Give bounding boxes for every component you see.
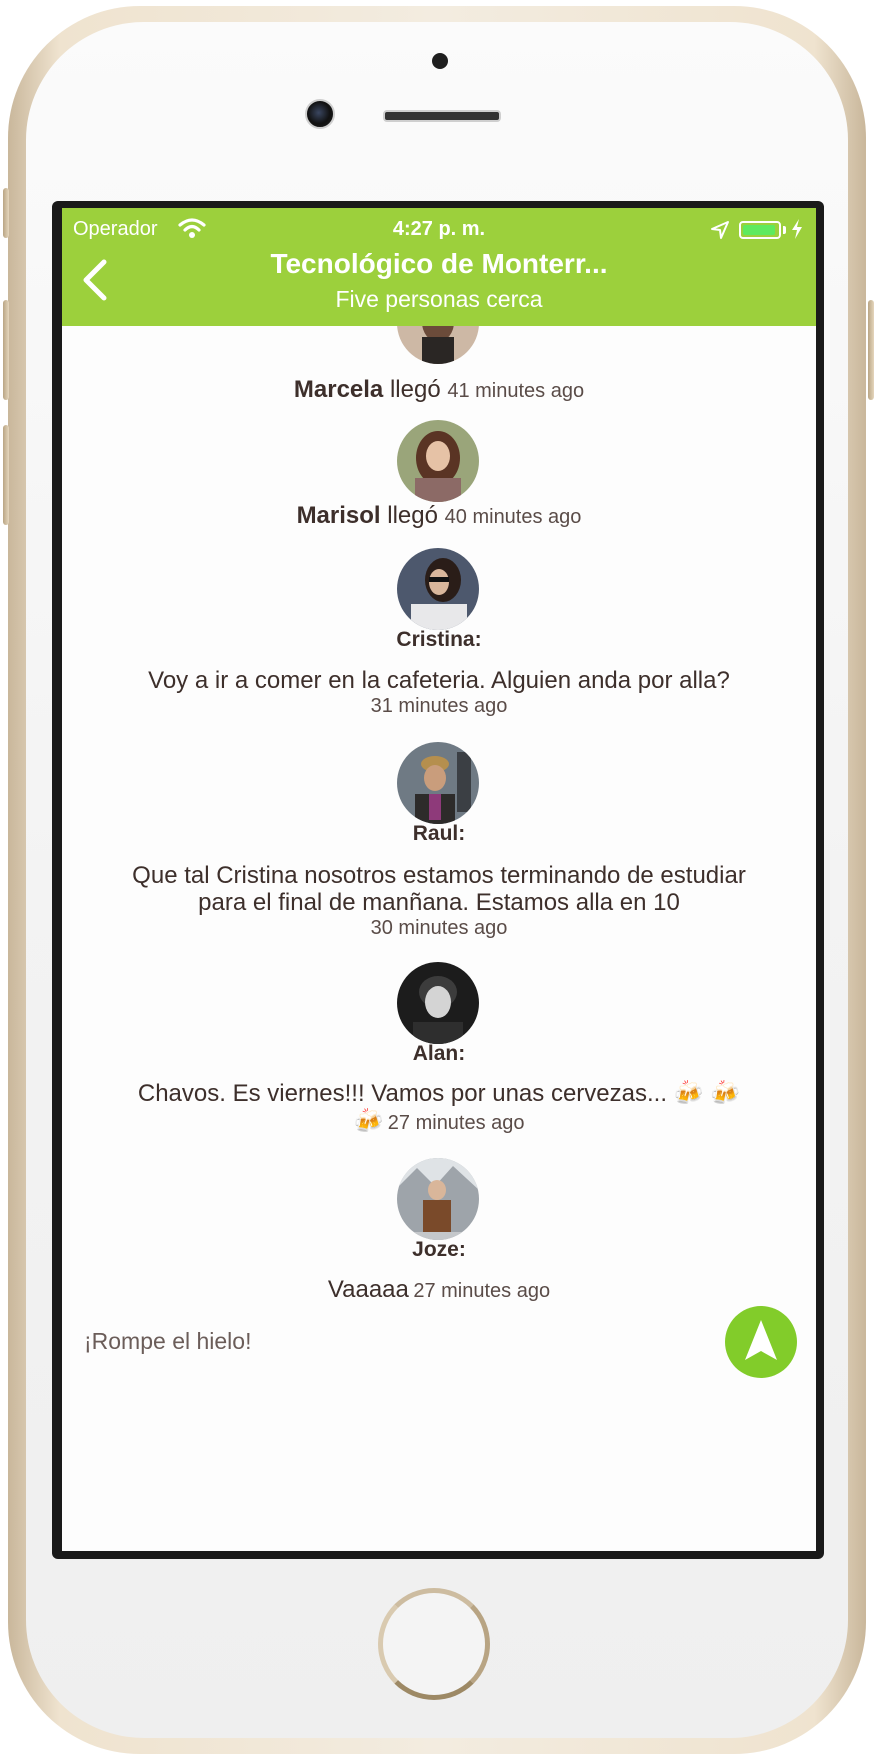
sender-name: Raul: bbox=[412, 822, 466, 845]
arrival-event: Marisol llegó 40 minutes ago bbox=[62, 502, 816, 530]
page-title: Tecnológico de Monterr... bbox=[270, 248, 608, 279]
arrival-text: llegó bbox=[389, 376, 441, 403]
sender-name: Alan: bbox=[412, 1042, 466, 1065]
timestamp: 27 minutes ago bbox=[413, 1280, 551, 1302]
send-button[interactable] bbox=[725, 1306, 797, 1378]
battery-icon bbox=[739, 221, 781, 239]
message-text: Chavos. Es viernes!!! Vamos por unas cer… bbox=[137, 1080, 667, 1107]
timestamp: 41 minutes ago bbox=[447, 380, 585, 402]
chat-feed[interactable]: Marcela llegó 41 minutes ago Marisol lle… bbox=[62, 326, 816, 1426]
proximity-sensor bbox=[432, 53, 448, 69]
avatar[interactable] bbox=[397, 326, 479, 364]
message-input[interactable]: ¡Rompe el hielo! bbox=[84, 1328, 251, 1355]
earpiece-speaker bbox=[383, 110, 501, 122]
sender-name: Joze: bbox=[412, 1238, 466, 1261]
navigation-bar: Operador 4:27 p. m. Tecnológico de Monte… bbox=[62, 208, 816, 326]
arrival-text: llegó bbox=[387, 502, 438, 529]
mute-switch bbox=[3, 188, 9, 238]
timestamp: 30 minutes ago bbox=[370, 917, 508, 939]
message-text: Que tal Cristina nosotros estamos termin… bbox=[132, 862, 746, 889]
message-text: Voy a ir a comer en la cafeteria. Alguie… bbox=[148, 667, 730, 694]
message-line: 🍻 27 minutes ago bbox=[62, 1107, 816, 1137]
battery-tip bbox=[783, 226, 786, 234]
volume-down-button bbox=[3, 425, 9, 525]
message-text: para el final de manñana. Estamos alla e… bbox=[198, 889, 680, 916]
charging-bolt-icon bbox=[792, 219, 802, 239]
front-camera bbox=[305, 99, 335, 129]
message-line: Chavos. Es viernes!!! Vamos por unas cer… bbox=[62, 1079, 816, 1109]
timestamp: 31 minutes ago bbox=[370, 695, 508, 717]
avatar[interactable] bbox=[397, 1158, 479, 1240]
member-name: Marcela bbox=[293, 376, 384, 403]
avatar[interactable] bbox=[397, 420, 479, 502]
member-name: Marisol bbox=[296, 502, 381, 529]
navigation-arrow-icon bbox=[745, 1320, 777, 1360]
location-arrow-icon bbox=[711, 221, 729, 239]
sender-name: Cristina: bbox=[396, 628, 482, 651]
power-button bbox=[868, 300, 874, 400]
message-line: Vaaaaa 27 minutes ago bbox=[62, 1275, 816, 1305]
status-time: 4:27 p. m. bbox=[392, 218, 486, 240]
message-text: Vaaaaa bbox=[327, 1276, 409, 1303]
beer-emoji: 🍻 bbox=[353, 1108, 384, 1135]
avatar[interactable] bbox=[397, 962, 479, 1044]
home-button[interactable] bbox=[378, 1588, 490, 1700]
timestamp: 40 minutes ago bbox=[444, 506, 582, 528]
avatar[interactable] bbox=[397, 548, 479, 630]
avatar[interactable] bbox=[397, 742, 479, 824]
volume-up-button bbox=[3, 300, 9, 400]
beer-emoji: 🍻 bbox=[673, 1080, 704, 1107]
timestamp: 27 minutes ago bbox=[387, 1112, 525, 1134]
app-screen: Operador 4:27 p. m. Tecnológico de Monte… bbox=[62, 208, 816, 1551]
arrival-event: Marcela llegó 41 minutes ago bbox=[62, 376, 816, 404]
page-subtitle: Five personas cerca bbox=[335, 286, 543, 312]
beer-emoji: 🍻 bbox=[710, 1080, 741, 1107]
